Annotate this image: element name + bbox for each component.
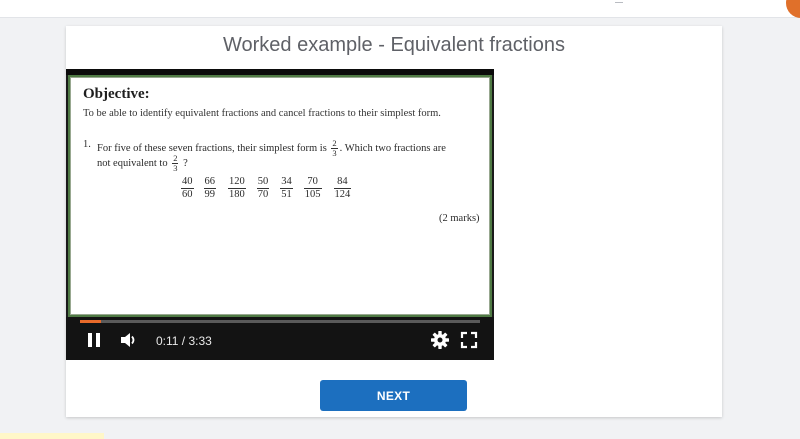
- question-text-d: ?: [183, 157, 188, 169]
- next-button[interactable]: NEXT: [320, 380, 467, 411]
- question-text-b: . Which two fractions are: [339, 142, 446, 154]
- top-bar-divider: [615, 0, 623, 3]
- objective-text: To be able to identify equivalent fracti…: [83, 108, 441, 119]
- fraction-item: 70 105: [303, 176, 322, 200]
- bottom-highlight: [0, 433, 104, 439]
- fraction-list: 40 60 66 99 120 180 50 70 34 51 70 105 84 124: [181, 176, 352, 201]
- pause-icon[interactable]: [84, 330, 104, 350]
- worksheet: Objective: To be able to identify equiva…: [71, 78, 489, 314]
- fullscreen-icon[interactable]: [459, 330, 479, 350]
- lesson-card: Worked example - Equivalent fractions Ob…: [66, 26, 722, 417]
- fraction-item: 50 70: [256, 176, 270, 200]
- video-player[interactable]: Objective: To be able to identify equiva…: [66, 69, 494, 360]
- video-controls: 0:11 / 3:33: [66, 317, 494, 360]
- marks-label: (2 marks): [439, 213, 480, 224]
- top-bar: [0, 0, 800, 18]
- fraction-item: 34 51: [280, 176, 293, 200]
- volume-icon[interactable]: [119, 330, 139, 350]
- question-number: 1.: [83, 139, 91, 150]
- gear-icon[interactable]: [430, 330, 450, 350]
- fraction-item: 66 99: [203, 176, 216, 200]
- progress-bar[interactable]: [80, 320, 480, 323]
- fraction-item: 40 60: [181, 176, 194, 200]
- fraction-item: 120 180: [228, 176, 246, 200]
- target-fraction-repeat: 23: [172, 153, 179, 173]
- question-text-a: For five of these seven fractions, their…: [97, 142, 327, 154]
- time-display: 0:11 / 3:33: [156, 334, 212, 348]
- question-text-c: not equivalent to: [97, 157, 168, 169]
- page-title: Worked example - Equivalent fractions: [222, 34, 565, 56]
- target-fraction: 23: [331, 138, 338, 158]
- worksheet-frame: Objective: To be able to identify equiva…: [70, 77, 490, 315]
- question-line-2: not equivalent to 23 ?: [97, 154, 188, 173]
- progress-fill: [80, 320, 101, 323]
- video-frame: Objective: To be able to identify equiva…: [68, 75, 492, 317]
- objective-heading: Objective:: [83, 86, 150, 102]
- fraction-item: 84 124: [333, 176, 352, 200]
